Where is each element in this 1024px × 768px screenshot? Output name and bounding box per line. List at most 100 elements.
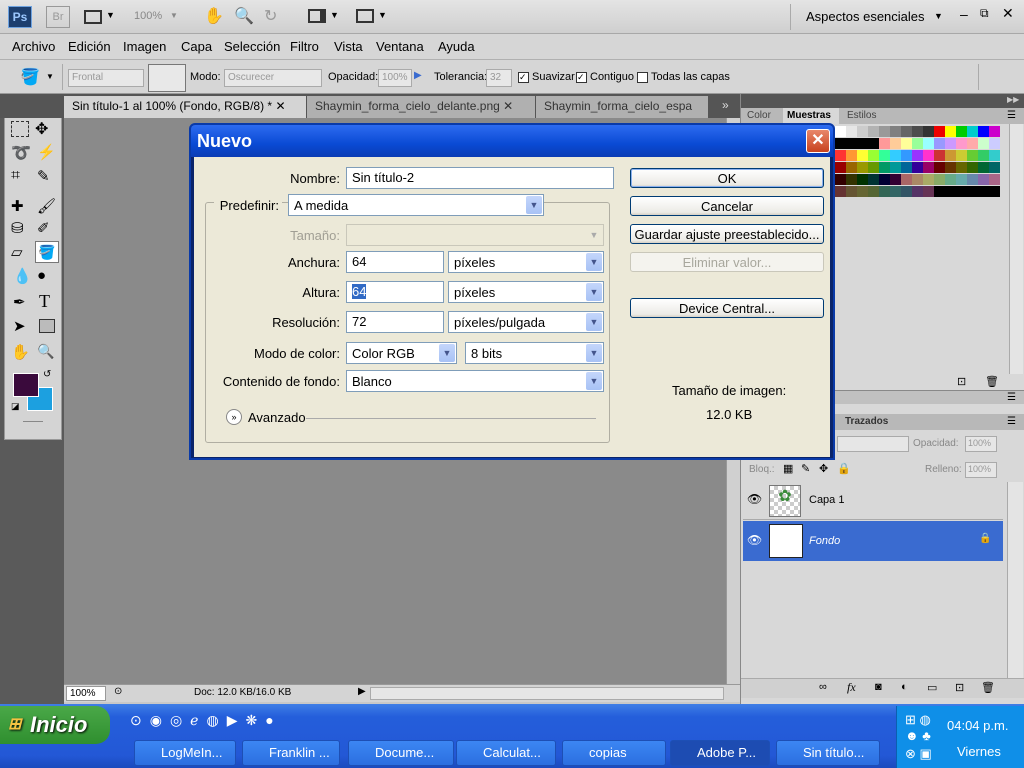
lock-position-icon[interactable]: ✥ [819,462,828,475]
shape-tool-icon[interactable] [39,319,55,333]
color-swatch[interactable] [857,150,868,161]
blend-mode-select[interactable] [837,436,909,452]
arrange-documents-icon[interactable] [308,9,326,23]
screen-mode-icon[interactable] [356,9,374,23]
minimize-icon[interactable]: – [960,6,968,22]
tray-icon[interactable]: ⊗ ▣ [905,746,932,762]
chevron-down-icon[interactable]: ▼ [106,10,115,20]
resolution-field[interactable]: 72 [346,311,444,333]
color-swatch[interactable] [901,126,912,137]
tray-icon[interactable]: ☻ ♣ [905,728,931,743]
color-swatch[interactable] [934,126,945,137]
zoom-field[interactable]: 100% [66,686,106,701]
color-swatch[interactable] [890,174,901,185]
color-swatch[interactable] [890,186,901,197]
cancel-button[interactable]: Cancelar [630,196,824,216]
type-tool-icon[interactable]: T [39,291,50,312]
foreground-color-swatch[interactable] [13,373,39,397]
color-swatch[interactable] [879,174,890,185]
color-swatch[interactable] [923,186,934,197]
color-swatch[interactable] [857,162,868,173]
color-swatch[interactable] [901,186,912,197]
color-swatch[interactable] [835,150,846,161]
color-swatch[interactable] [868,138,879,149]
status-info-icon[interactable]: ⊙ [114,686,122,697]
taskbar-item-sin-titulo[interactable]: Sin título... [776,740,880,766]
lasso-tool-icon[interactable]: ➰ [11,143,31,163]
tray-icon[interactable]: ⊞ ◍ [905,712,931,728]
lock-transparency-icon[interactable]: ▦ [783,462,793,475]
menu-archivo[interactable]: Archivo [12,39,55,54]
clone-stamp-tool-icon[interactable]: ⛁ [11,219,24,237]
panel-menu-icon[interactable]: ☰ [1007,416,1016,427]
zoom-tool-icon[interactable]: 🔍 [234,6,254,26]
layer-style-icon[interactable]: fx [847,680,856,695]
adjustment-layer-icon[interactable]: ◐ [901,681,908,693]
color-swatch[interactable] [934,162,945,173]
workspace-switcher[interactable]: Aspectos esenciales [806,9,925,24]
color-swatch[interactable] [890,126,901,137]
color-swatch[interactable] [945,162,956,173]
color-swatch[interactable] [890,138,901,149]
taskbar-item-calculator[interactable]: Calculat... [456,740,556,766]
move-tool-icon[interactable]: ✥ [35,119,48,139]
color-swatch[interactable] [967,150,978,161]
swatches-scrollbar[interactable] [1009,124,1023,374]
paint-bucket-icon[interactable]: 🪣 [20,67,40,87]
panel-menu-icon[interactable]: ☰ [1007,110,1016,121]
width-field[interactable]: 64 [346,251,444,273]
color-swatch[interactable] [956,150,967,161]
taskbar-item-copias[interactable]: copias [562,740,666,766]
paint-bucket-tool-icon[interactable]: 🪣 [35,241,59,263]
brush-tool-icon[interactable]: 🖌 [37,197,56,215]
color-mode-select[interactable]: Color RGB ▼ [346,342,457,364]
menu-filtro[interactable]: Filtro [290,39,319,54]
hand-tool-icon[interactable]: ✋ [11,343,30,361]
color-swatch[interactable] [846,126,857,137]
color-swatch[interactable] [934,174,945,185]
height-field[interactable]: 64 [346,281,444,303]
quick-mask-icon[interactable] [23,421,43,422]
smooth-checkbox[interactable]: ✓ [518,72,529,83]
clock-time[interactable]: 04:04 p.m. [947,718,1008,733]
menu-capa[interactable]: Capa [181,39,212,54]
link-layers-icon[interactable]: ∞ [819,681,827,693]
bit-depth-select[interactable]: 8 bits ▼ [465,342,604,364]
healing-brush-tool-icon[interactable]: ✚ [11,197,24,215]
size-select[interactable]: ▼ [346,224,604,246]
color-swatch[interactable] [835,126,846,137]
fill-input[interactable]: 100% [965,462,997,478]
color-swatch[interactable] [901,174,912,185]
menu-vista[interactable]: Vista [334,39,363,54]
color-swatch[interactable] [956,186,967,197]
new-swatch-icon[interactable]: ⊡ [957,375,966,388]
tab-styles[interactable]: Estilos [847,110,876,121]
color-swatch[interactable] [945,126,956,137]
pen-tool-icon[interactable]: ✒ [13,293,26,311]
taskbar-item-logmein[interactable]: LogMeIn... [134,740,236,766]
delete-layer-icon[interactable]: 🗑 [981,681,995,694]
status-menu-arrow-icon[interactable]: ▶ [358,686,366,697]
color-swatch[interactable] [879,126,890,137]
close-icon[interactable]: ✕ [275,99,285,113]
crop-tool-icon[interactable]: ⌗ [11,167,20,185]
color-swatch[interactable] [901,150,912,161]
dialog-title-bar[interactable]: Nuevo [191,125,833,157]
color-swatch[interactable] [912,174,923,185]
view-extras-icon[interactable] [84,10,102,24]
color-swatch[interactable] [956,126,967,137]
color-swatch[interactable] [978,138,989,149]
layers-scrollbar[interactable] [1007,482,1023,678]
color-swatch[interactable] [879,186,890,197]
color-swatch[interactable] [923,174,934,185]
layer-mask-icon[interactable]: ◙ [875,681,882,693]
color-swatch[interactable] [901,162,912,173]
tab-sin-titulo-1[interactable]: Sin título-1 al 100% (Fondo, RGB/8) * ✕ [64,96,306,118]
taskbar-item-franklin[interactable]: Franklin ... [242,740,340,766]
restore-icon[interactable]: ⧉ [980,6,989,21]
bridge-button[interactable]: Br [46,6,70,28]
color-swatch[interactable] [857,138,868,149]
horizontal-scrollbar[interactable] [370,687,724,700]
path-selection-tool-icon[interactable]: ➤ [13,317,26,335]
color-swatch[interactable] [989,126,1000,137]
